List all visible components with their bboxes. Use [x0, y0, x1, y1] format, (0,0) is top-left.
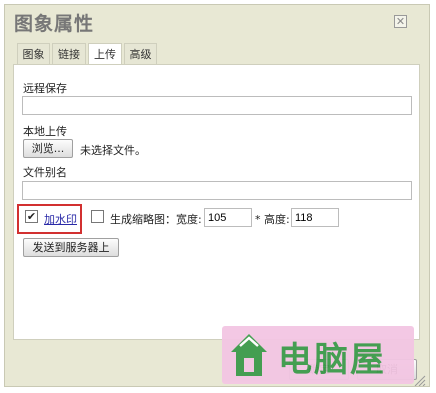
watermark-checkbox[interactable]: ✔: [25, 210, 38, 223]
resize-grip-icon[interactable]: [412, 374, 426, 386]
watermark-label[interactable]: 加水印: [44, 211, 77, 227]
send-to-server-button[interactable]: 发送到服务器上: [23, 238, 119, 257]
watermark-logo-text: 电脑屋: [278, 340, 386, 380]
remote-save-input[interactable]: [22, 96, 412, 115]
tab-link[interactable]: 链接: [52, 43, 86, 64]
width-input[interactable]: [204, 208, 252, 227]
house-icon: [231, 334, 267, 376]
thumbnail-width-label: 生成缩略图：宽度:: [110, 213, 202, 226]
height-label: * 高度:: [255, 213, 290, 226]
close-icon[interactable]: ✕: [394, 15, 407, 28]
file-alias-label: 文件别名: [23, 166, 67, 179]
dialog-title: 图象属性: [14, 13, 95, 35]
file-alias-input[interactable]: [22, 181, 412, 200]
tab-upload[interactable]: 上传: [88, 43, 122, 65]
remote-save-label: 远程保存: [23, 82, 67, 95]
watermark-logo: 电脑屋: [222, 326, 414, 384]
local-upload-label: 本地上传: [23, 125, 67, 138]
tab-image[interactable]: 图象: [17, 43, 50, 64]
height-input[interactable]: [291, 208, 339, 227]
no-file-selected-text: 未选择文件。: [80, 144, 146, 157]
browse-button[interactable]: 浏览...: [23, 139, 73, 158]
tab-advanced[interactable]: 高级: [124, 43, 157, 64]
thumbnail-checkbox[interactable]: [91, 210, 104, 223]
